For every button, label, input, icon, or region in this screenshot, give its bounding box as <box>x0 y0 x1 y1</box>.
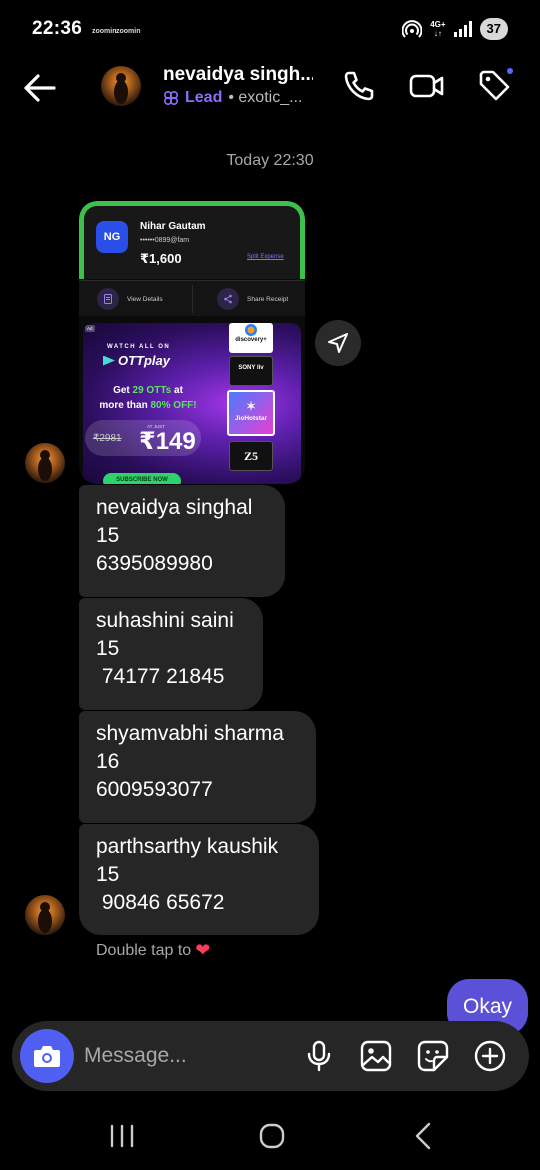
subscribe-now-button[interactable]: SUBSCRIBE NOW <box>103 473 181 484</box>
back-arrow-icon[interactable] <box>20 68 60 108</box>
network-label: 4G+ ↓↑ <box>430 20 446 38</box>
message-bubble[interactable]: shyamvabhi sharma 16 6009593077 <box>79 711 316 823</box>
payment-summary: NG Nihar Gautam ••••••0899@fam ₹1,600 Sp… <box>79 201 305 279</box>
message-input[interactable] <box>84 1033 284 1079</box>
divider <box>192 285 193 313</box>
camera-icon <box>34 1046 60 1067</box>
jiohotstar-logo: ✶ JioHotstar <box>227 390 275 436</box>
payment-amount: ₹1,600 <box>140 251 182 266</box>
notification-dot <box>505 66 515 76</box>
add-more-icon[interactable] <box>473 1039 507 1073</box>
chat-header: nevaidya singh... Lead • exotic_... <box>0 60 540 116</box>
signal-icon <box>453 21 472 37</box>
zee5-logo: Z5 <box>229 441 273 471</box>
split-expense-link[interactable]: Split Expense <box>247 254 284 260</box>
phone-call-icon[interactable] <box>341 68 377 104</box>
microphone-icon[interactable] <box>302 1039 336 1073</box>
ott-logos: discovery+ SONY liv ✶ JioHotstar Z5 <box>227 323 275 484</box>
status-notification-text: zoomin <box>92 28 117 35</box>
battery-indicator: 37 <box>479 18 508 40</box>
offer-price: ₹149 <box>139 428 196 455</box>
ottplay-ad-banner[interactable]: Ad WATCH ALL ON OTTplay Get 29 OTTs at m… <box>83 323 301 484</box>
sender-avatar[interactable] <box>25 895 65 935</box>
status-time: 22:36 <box>32 18 83 39</box>
ad-headline: WATCH ALL ON <box>107 344 171 350</box>
contact-avatar[interactable] <box>101 66 141 106</box>
ad-tag: Ad <box>85 325 95 332</box>
shared-payment-post[interactable]: NG Nihar Gautam ••••••0899@fam ₹1,600 Sp… <box>79 201 305 484</box>
sender-avatar[interactable] <box>25 443 65 483</box>
contact-name[interactable]: nevaidya singh... <box>163 64 313 86</box>
message-bubble[interactable]: suhashini saini 15 74177 21845 <box>79 598 263 710</box>
payee-name: Nihar Gautam <box>140 221 206 232</box>
view-details-button[interactable]: View Details <box>97 288 163 310</box>
lead-icon <box>163 90 179 106</box>
forward-share-button[interactable] <box>315 320 361 366</box>
message-bubble[interactable]: nevaidya singhal 15 6395089980 <box>79 485 285 597</box>
payee-upi: ••••••0899@fam <box>140 237 190 244</box>
camera-button[interactable] <box>20 1029 74 1083</box>
lead-label: Lead <box>185 89 223 106</box>
message-timestamp: Today 22:30 <box>226 152 314 169</box>
hotspot-icon <box>402 20 423 38</box>
message-composer <box>12 1021 529 1091</box>
gallery-icon[interactable] <box>359 1039 393 1073</box>
label-tag-button[interactable] <box>477 66 515 104</box>
system-navigation-bar <box>0 1105 540 1170</box>
status-bar: 22:36 zoomin zoomin 4G+ ↓↑ 37 <box>0 0 540 60</box>
recent-apps-icon[interactable] <box>102 1119 142 1153</box>
payment-actions: View Details Share Receipt <box>79 280 305 316</box>
double-tap-hint: Double tap to ❤ <box>96 940 211 960</box>
contact-subtitle[interactable]: Lead • exotic_... <box>163 89 302 107</box>
sonyliv-logo: SONY liv <box>229 356 273 386</box>
back-nav-icon[interactable] <box>403 1119 443 1153</box>
home-icon[interactable] <box>252 1119 292 1153</box>
contact-username: • exotic_... <box>228 89 303 106</box>
play-icon <box>103 355 115 366</box>
status-notification-text-2: zoomin <box>116 28 141 35</box>
message-bubble[interactable]: parthsarthy kaushik 15 90846 65672 <box>79 824 319 935</box>
status-icons: 4G+ ↓↑ 37 <box>402 18 508 40</box>
heart-icon: ❤ <box>195 940 211 960</box>
send-icon <box>328 333 348 353</box>
old-price: ₹2981 <box>93 433 122 444</box>
payee-avatar: NG <box>96 221 128 253</box>
discovery-plus-logo: discovery+ <box>229 323 273 353</box>
video-call-icon[interactable] <box>409 68 445 104</box>
document-icon <box>104 294 112 304</box>
ad-brand: OTTplay <box>103 353 170 368</box>
ad-offer: Get 29 OTTs at more than 80% OFF! <box>99 385 197 411</box>
share-nodes-icon <box>224 294 232 304</box>
sticker-icon[interactable] <box>416 1039 450 1073</box>
share-receipt-button[interactable]: Share Receipt <box>217 288 288 310</box>
